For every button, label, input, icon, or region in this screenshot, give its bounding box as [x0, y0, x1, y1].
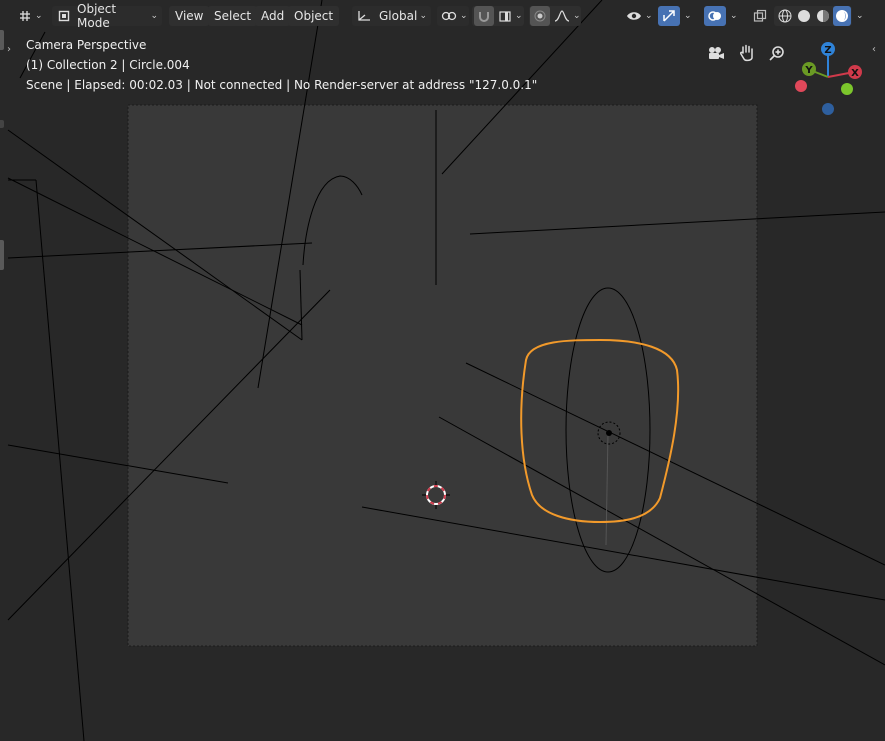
overlays-icon [708, 9, 722, 23]
scroll-tab[interactable] [0, 120, 4, 128]
solid-sphere-icon [797, 9, 811, 23]
pan-view-button[interactable] [737, 43, 757, 63]
3d-viewport[interactable] [0, 0, 885, 741]
neg-x-axis-handle[interactable] [795, 80, 807, 92]
chevron-down-icon: ⌄ [856, 11, 864, 21]
xray-toggle[interactable] [750, 6, 770, 26]
chevron-down-icon: ⌄ [460, 11, 468, 21]
snap-target-dropdown[interactable]: ⌄ [496, 6, 524, 26]
menu-select[interactable]: Select [208, 6, 258, 26]
chevron-down-icon: ⌄ [684, 11, 692, 21]
rendered-sphere-icon [835, 9, 849, 23]
neg-y-axis-handle[interactable] [841, 83, 853, 95]
toolbar-edge-tab[interactable] [0, 30, 4, 50]
sidebar-expand-icon[interactable]: ‹ [872, 44, 876, 55]
chevron-down-icon: ⌄ [645, 11, 653, 21]
gizmo-arrows-icon [662, 9, 676, 23]
editor-type-button[interactable]: ⌄ [18, 6, 48, 26]
proportional-dot-icon [534, 10, 546, 22]
chevron-down-icon: ⌄ [150, 11, 158, 21]
camera-frame [127, 104, 758, 647]
shading-wireframe[interactable] [776, 6, 794, 26]
navigation-gizmo[interactable]: Z Y X [793, 38, 865, 118]
menu-view[interactable]: View [169, 6, 210, 26]
chevron-down-icon: ⌄ [515, 11, 523, 21]
xray-icon [753, 9, 767, 23]
editor-type-icon [18, 9, 32, 23]
orientation-label: Global [379, 9, 418, 23]
orientation-axes-icon [356, 9, 372, 23]
menu-object[interactable]: Object [288, 6, 340, 26]
visibility-dropdown[interactable]: ⌄ [622, 6, 654, 26]
menu-add[interactable]: Add [255, 6, 291, 26]
pivot-point-dropdown[interactable]: ⌄ [437, 6, 469, 26]
toolbar-edge-handle[interactable] [0, 240, 4, 270]
x-axis-label: X [851, 68, 859, 79]
chevron-down-icon: ⌄ [730, 11, 738, 21]
collection-info: (1) Collection 2 | Circle.004 [26, 58, 190, 72]
neg-z-axis-handle[interactable] [822, 103, 834, 115]
pivot-link-icon [441, 9, 457, 23]
render-status: Scene | Elapsed: 00:02.03 | Not connecte… [26, 78, 538, 92]
shading-solid[interactable] [795, 6, 813, 26]
mode-dropdown[interactable]: Object Mode ⌄ [52, 2, 162, 30]
gizmo-toggle[interactable] [658, 6, 680, 26]
snap-toggle[interactable] [474, 6, 494, 26]
chevron-down-icon: ⌄ [573, 11, 581, 21]
hand-icon [739, 44, 755, 62]
y-axis-label: Y [804, 65, 813, 76]
toolbar-expand-icon[interactable]: › [7, 44, 11, 55]
shading-rendered[interactable] [833, 6, 851, 26]
eye-icon [626, 10, 642, 22]
shading-dropdown[interactable]: ⌄ [853, 6, 867, 26]
transform-orientation-dropdown[interactable]: Global ⌄ [352, 6, 431, 26]
z-axis-label: Z [824, 45, 831, 56]
material-sphere-icon [816, 9, 830, 23]
falloff-curve-icon [554, 9, 570, 23]
magnet-icon [477, 9, 491, 23]
gizmo-dropdown[interactable]: ⌄ [681, 6, 695, 26]
chevron-down-icon: ⌄ [35, 11, 43, 21]
zoom-icon [769, 45, 785, 61]
origin-dot [606, 430, 612, 436]
shading-material[interactable] [814, 6, 832, 26]
overlays-dropdown[interactable]: ⌄ [727, 6, 741, 26]
object-mode-icon [58, 10, 70, 22]
snap-increment-icon [498, 9, 512, 23]
mode-label: Object Mode [77, 2, 117, 30]
view-name: Camera Perspective [26, 38, 147, 52]
proportional-edit-toggle[interactable] [530, 6, 550, 26]
chevron-down-icon: ⌄ [419, 11, 427, 21]
camera-view-button[interactable] [706, 43, 726, 63]
viewport-header: ⌄ Object Mode ⌄ View Select Add Object G… [0, 0, 885, 32]
falloff-dropdown[interactable]: ⌄ [552, 6, 581, 26]
zoom-view-button[interactable] [767, 43, 787, 63]
wireframe-sphere-icon [778, 9, 792, 23]
camera-icon [707, 45, 725, 61]
overlays-toggle[interactable] [704, 6, 726, 26]
